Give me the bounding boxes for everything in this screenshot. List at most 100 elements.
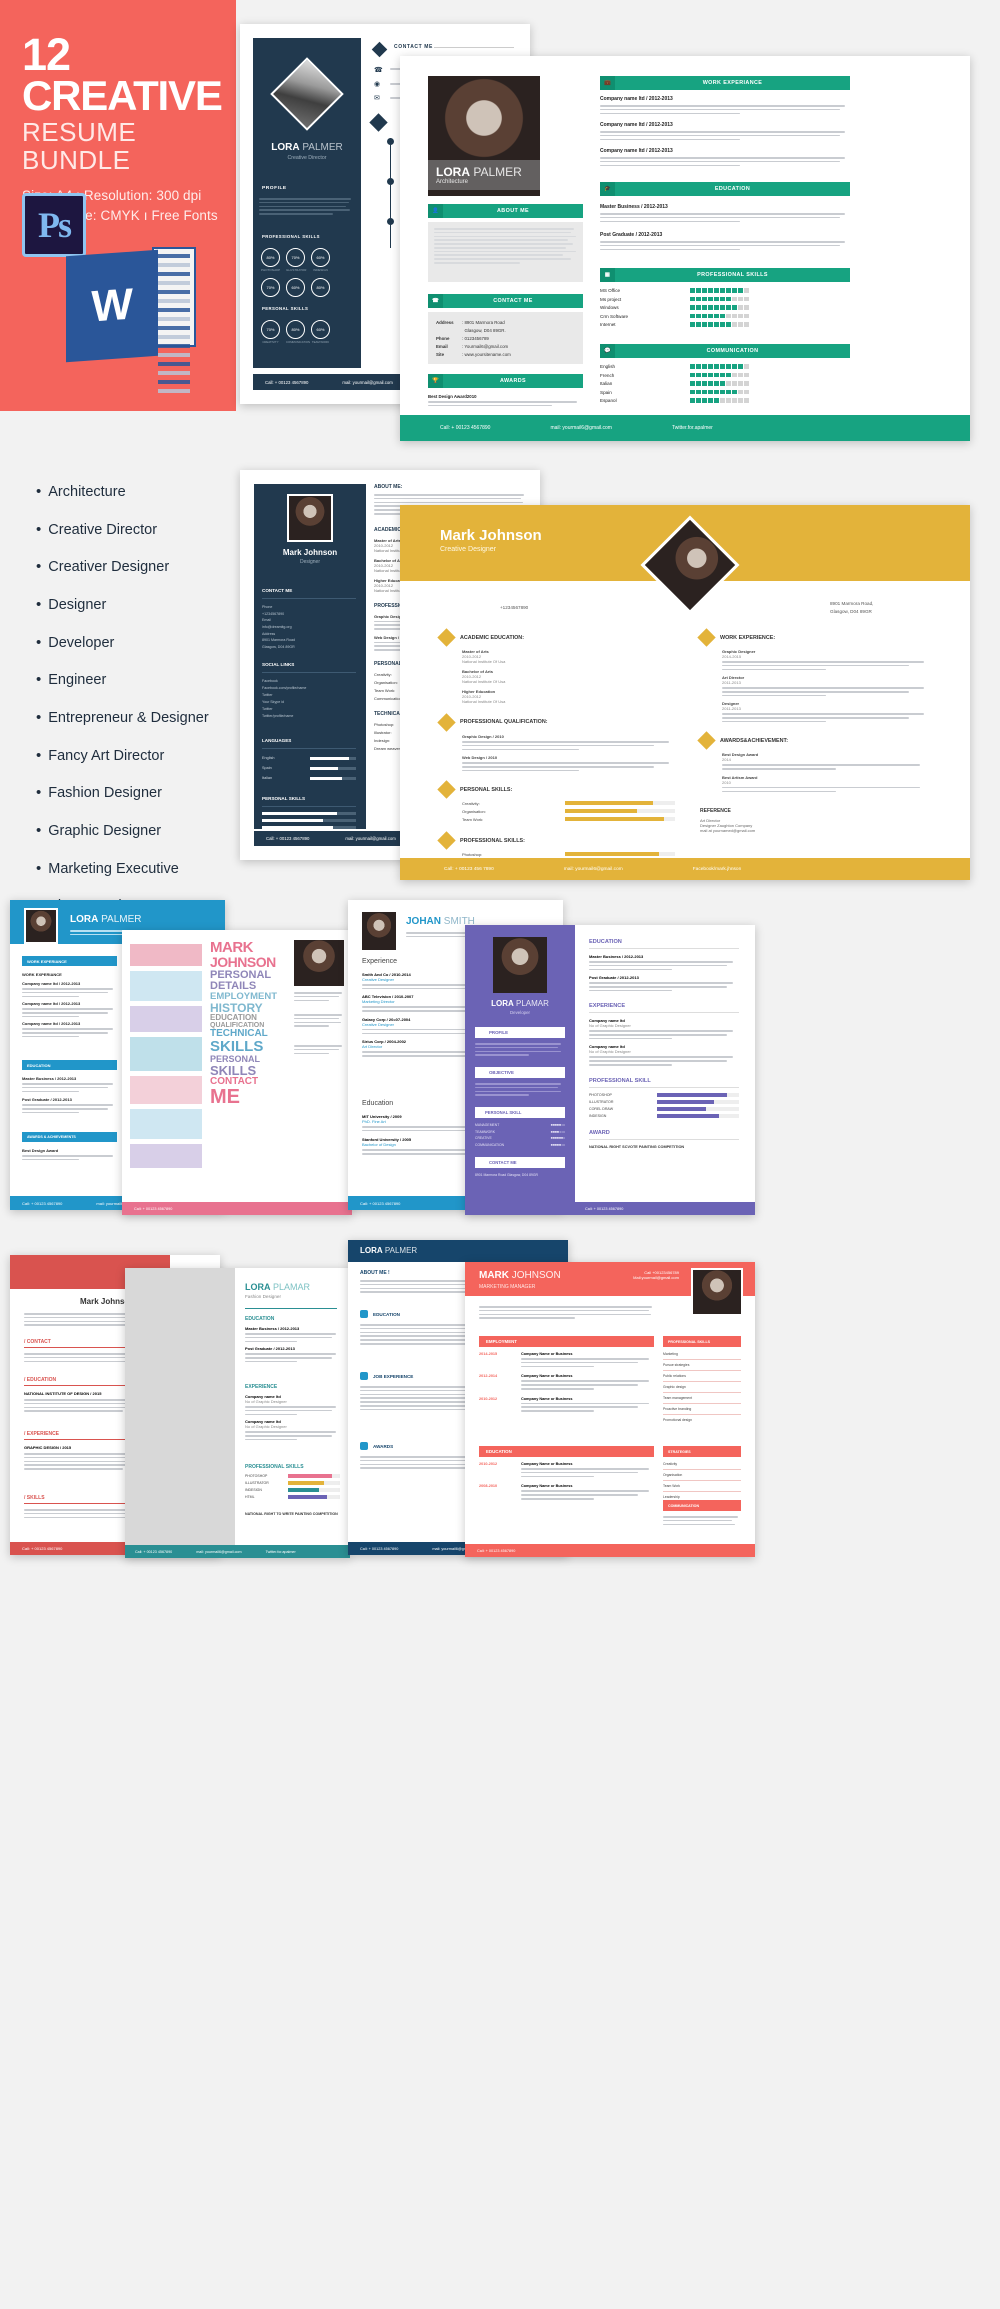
bullet-dot-icon: • <box>36 520 42 538</box>
resume-name-light: PLAMAR <box>273 1282 311 1292</box>
section-personal-skills: PERSONAL SKILLS <box>262 796 306 801</box>
resume-name-light: JOHNSON <box>511 1270 561 1281</box>
graduation-icon <box>369 113 388 132</box>
section-contact-me: CONTACT ME <box>394 44 433 50</box>
section-about-me: ABOUT ME: <box>374 484 403 490</box>
resume-preview-red-marketing[interactable]: MARK JOHNSON MARKETING MANAGER Call +001… <box>465 1262 755 1557</box>
bullet-dot-icon: • <box>36 671 42 689</box>
list-item: • Engineer <box>36 672 246 689</box>
section-objective: OBJECTIVE <box>475 1067 565 1078</box>
footer-phone: Call: + 00123 4567890 <box>477 1548 516 1553</box>
footer-phone: Call: + 00123 4567890 <box>360 1546 399 1551</box>
footer-phone: Call: + 00123 4567890 <box>22 1546 63 1551</box>
bullet-dot-icon: • <box>36 483 42 500</box>
profession-label: Developer <box>48 634 115 651</box>
bullet-dot-icon: • <box>36 558 42 576</box>
resume-preview-purple[interactable]: LORA PLAMAR Developer PROFILE OBJECTIVE … <box>465 925 755 1215</box>
award-text: NATIONAL RIGHT TO WRITE PAINTING COMPETI… <box>245 1512 338 1516</box>
section-employment: EMPLOYMENT <box>479 1336 654 1347</box>
contact-details: Phone +1234567890 Email info@dreamitg.or… <box>262 605 295 649</box>
section-experience: EXPERIENCE <box>245 1384 278 1390</box>
list-item: • Graphic Designer <box>36 823 246 840</box>
footer-mail: mail: yourmail6@gmail.com <box>550 425 612 431</box>
profession-label: Marketing Executive <box>48 860 179 877</box>
work-item: Company name ltd / 2012-2013 <box>600 96 850 116</box>
timeline <box>390 138 392 248</box>
section-education: EDUCATION <box>373 1311 400 1317</box>
phone-icon: ☎ <box>374 67 383 74</box>
mail-icon: ✉ <box>374 95 380 102</box>
hero-subtitle: RESUME BUNDLE <box>22 116 137 176</box>
section-skills: / SKILLS <box>24 1495 45 1501</box>
work-item: Company name ltd / 2012-2013 <box>600 148 850 168</box>
footer-twitter: Twitter.for.apalmer <box>671 425 713 431</box>
footer-bar: Call: + 00123 4567890 mail: yourmail6@gm… <box>400 415 970 441</box>
section-professional-skills: ▦ PROFESSIONAL SKILLS <box>600 268 850 282</box>
section-about-me: ABOUT ME ! <box>360 1270 390 1276</box>
wordcloud-left-blocks <box>130 944 202 1194</box>
briefcase-icon <box>360 1372 368 1380</box>
person-icon: 👤 <box>428 204 443 218</box>
contact-address-2: Glasgow, D04 89GR <box>830 609 872 614</box>
profession-label: Designer <box>48 597 107 614</box>
section-experience: / EXPERIENCE <box>24 1431 60 1437</box>
briefcase-icon: 💼 <box>600 76 615 90</box>
section-job-experience: JOB EXPERIENCE <box>373 1373 414 1379</box>
list-item: • Developer <box>36 635 246 652</box>
profession-list: • Architecture • Creative Director • Creati… <box>36 484 246 936</box>
footer-mail: mail: yourmail6@gmail.com <box>563 866 623 872</box>
section-professional-skills: PROFESSIONAL SKILLS: <box>460 837 525 844</box>
about-me-text <box>428 222 583 282</box>
footer-phone: Call: + 00123 456 7890 <box>444 866 494 872</box>
resume-name-bold: LORA <box>70 914 99 925</box>
section-contact: / CONTACT <box>24 1339 51 1345</box>
skill-label: PHOTOSHOP <box>261 268 281 272</box>
name-overlay: LORA PALMER Architecture <box>428 160 540 190</box>
footer-bar: Call: + 00123 4567890 <box>465 1544 755 1557</box>
footer-phone: Call: + 00123 4567890 <box>134 1206 173 1211</box>
language-bars: English Spain Italian <box>262 756 356 780</box>
word-letter: W <box>66 249 158 363</box>
section-award: AWARD <box>589 1129 610 1136</box>
section-education: EDUCATION <box>245 1316 275 1322</box>
resume-preview-wordcloud[interactable]: MARK JOHNSON PERSONAL DETAILS EMPLOYMENT… <box>122 930 352 1215</box>
footer-mail: mail: yourmail6@gmail.com <box>196 1549 242 1554</box>
resume-name: Mark Johnson <box>440 527 542 544</box>
resume-preview-yellow[interactable]: Mark Johnson Creative Designer +12345678… <box>400 505 970 880</box>
education-item: Post Graduate / 2012-2013 <box>600 232 850 252</box>
section-social-links: SOCIAL LINKS <box>262 662 295 667</box>
profession-label: Fancy Art Director <box>48 747 165 764</box>
section-communication: 💬 COMMUNICATION <box>600 344 850 358</box>
footer-mail: mail: yourmail@gmail.com <box>342 379 393 385</box>
profession-label: Graphic Designer <box>48 823 162 840</box>
resume-role: MARKETING MANAGER <box>479 1284 536 1290</box>
resume-preview-teal[interactable]: LORA PLAMAR Fashion Designer EDUCATION M… <box>125 1268 350 1558</box>
avatar <box>24 908 58 944</box>
list-item: • Architecture <box>36 484 246 501</box>
section-work-experience: WORK EXPERIANCE <box>22 956 117 966</box>
avatar <box>294 940 344 986</box>
section-awards: AWARDS <box>373 1443 394 1449</box>
footer-phone: Call: + 00123 4567890 <box>135 1549 173 1554</box>
navy-left-column: LORA PALMER Creative Director PROFILE PR… <box>253 38 361 368</box>
footer-phone: Call: + 00123 4567890 <box>360 1200 401 1206</box>
section-education: Education <box>362 1100 394 1107</box>
purple-right-column: EDUCATION Master Business / 2012-2013 Po… <box>589 939 739 1149</box>
bullet-dot-icon: • <box>36 633 42 651</box>
user-icon <box>371 41 388 58</box>
trophy-icon: 🏆 <box>428 374 443 388</box>
list-item: • Fashion Designer <box>36 785 246 802</box>
bullet-dot-icon: • <box>36 709 42 727</box>
hero-title: CREATIVE <box>22 71 223 119</box>
section-communication: COMMUNICATION <box>663 1500 741 1511</box>
education-item: Master Business / 2012-2013 <box>600 204 850 224</box>
education-icon <box>360 1310 368 1318</box>
section-work-experience: 💼 WORK EXPERIANCE <box>600 76 850 90</box>
navy2-left-column: Mark Johnson Designer CONTACT ME Phone +… <box>254 484 366 829</box>
yellow-right-column: WORK EXPERIENCE: Graphic Designer 2014-2… <box>697 628 930 833</box>
section-personal-skill: PERSONAL SKILL <box>475 1107 565 1118</box>
contact-details: Address: 8901 Marmora Road Glasgow, D04 … <box>428 312 583 364</box>
section-education: EDUCATION <box>479 1446 654 1457</box>
footer-bar: Call: + 00123 456 7890 mail: yourmail6@g… <box>400 858 970 880</box>
resume-preview-green[interactable]: LORA PALMER Architecture 👤 ABOUT ME ☎ CO… <box>400 56 970 441</box>
